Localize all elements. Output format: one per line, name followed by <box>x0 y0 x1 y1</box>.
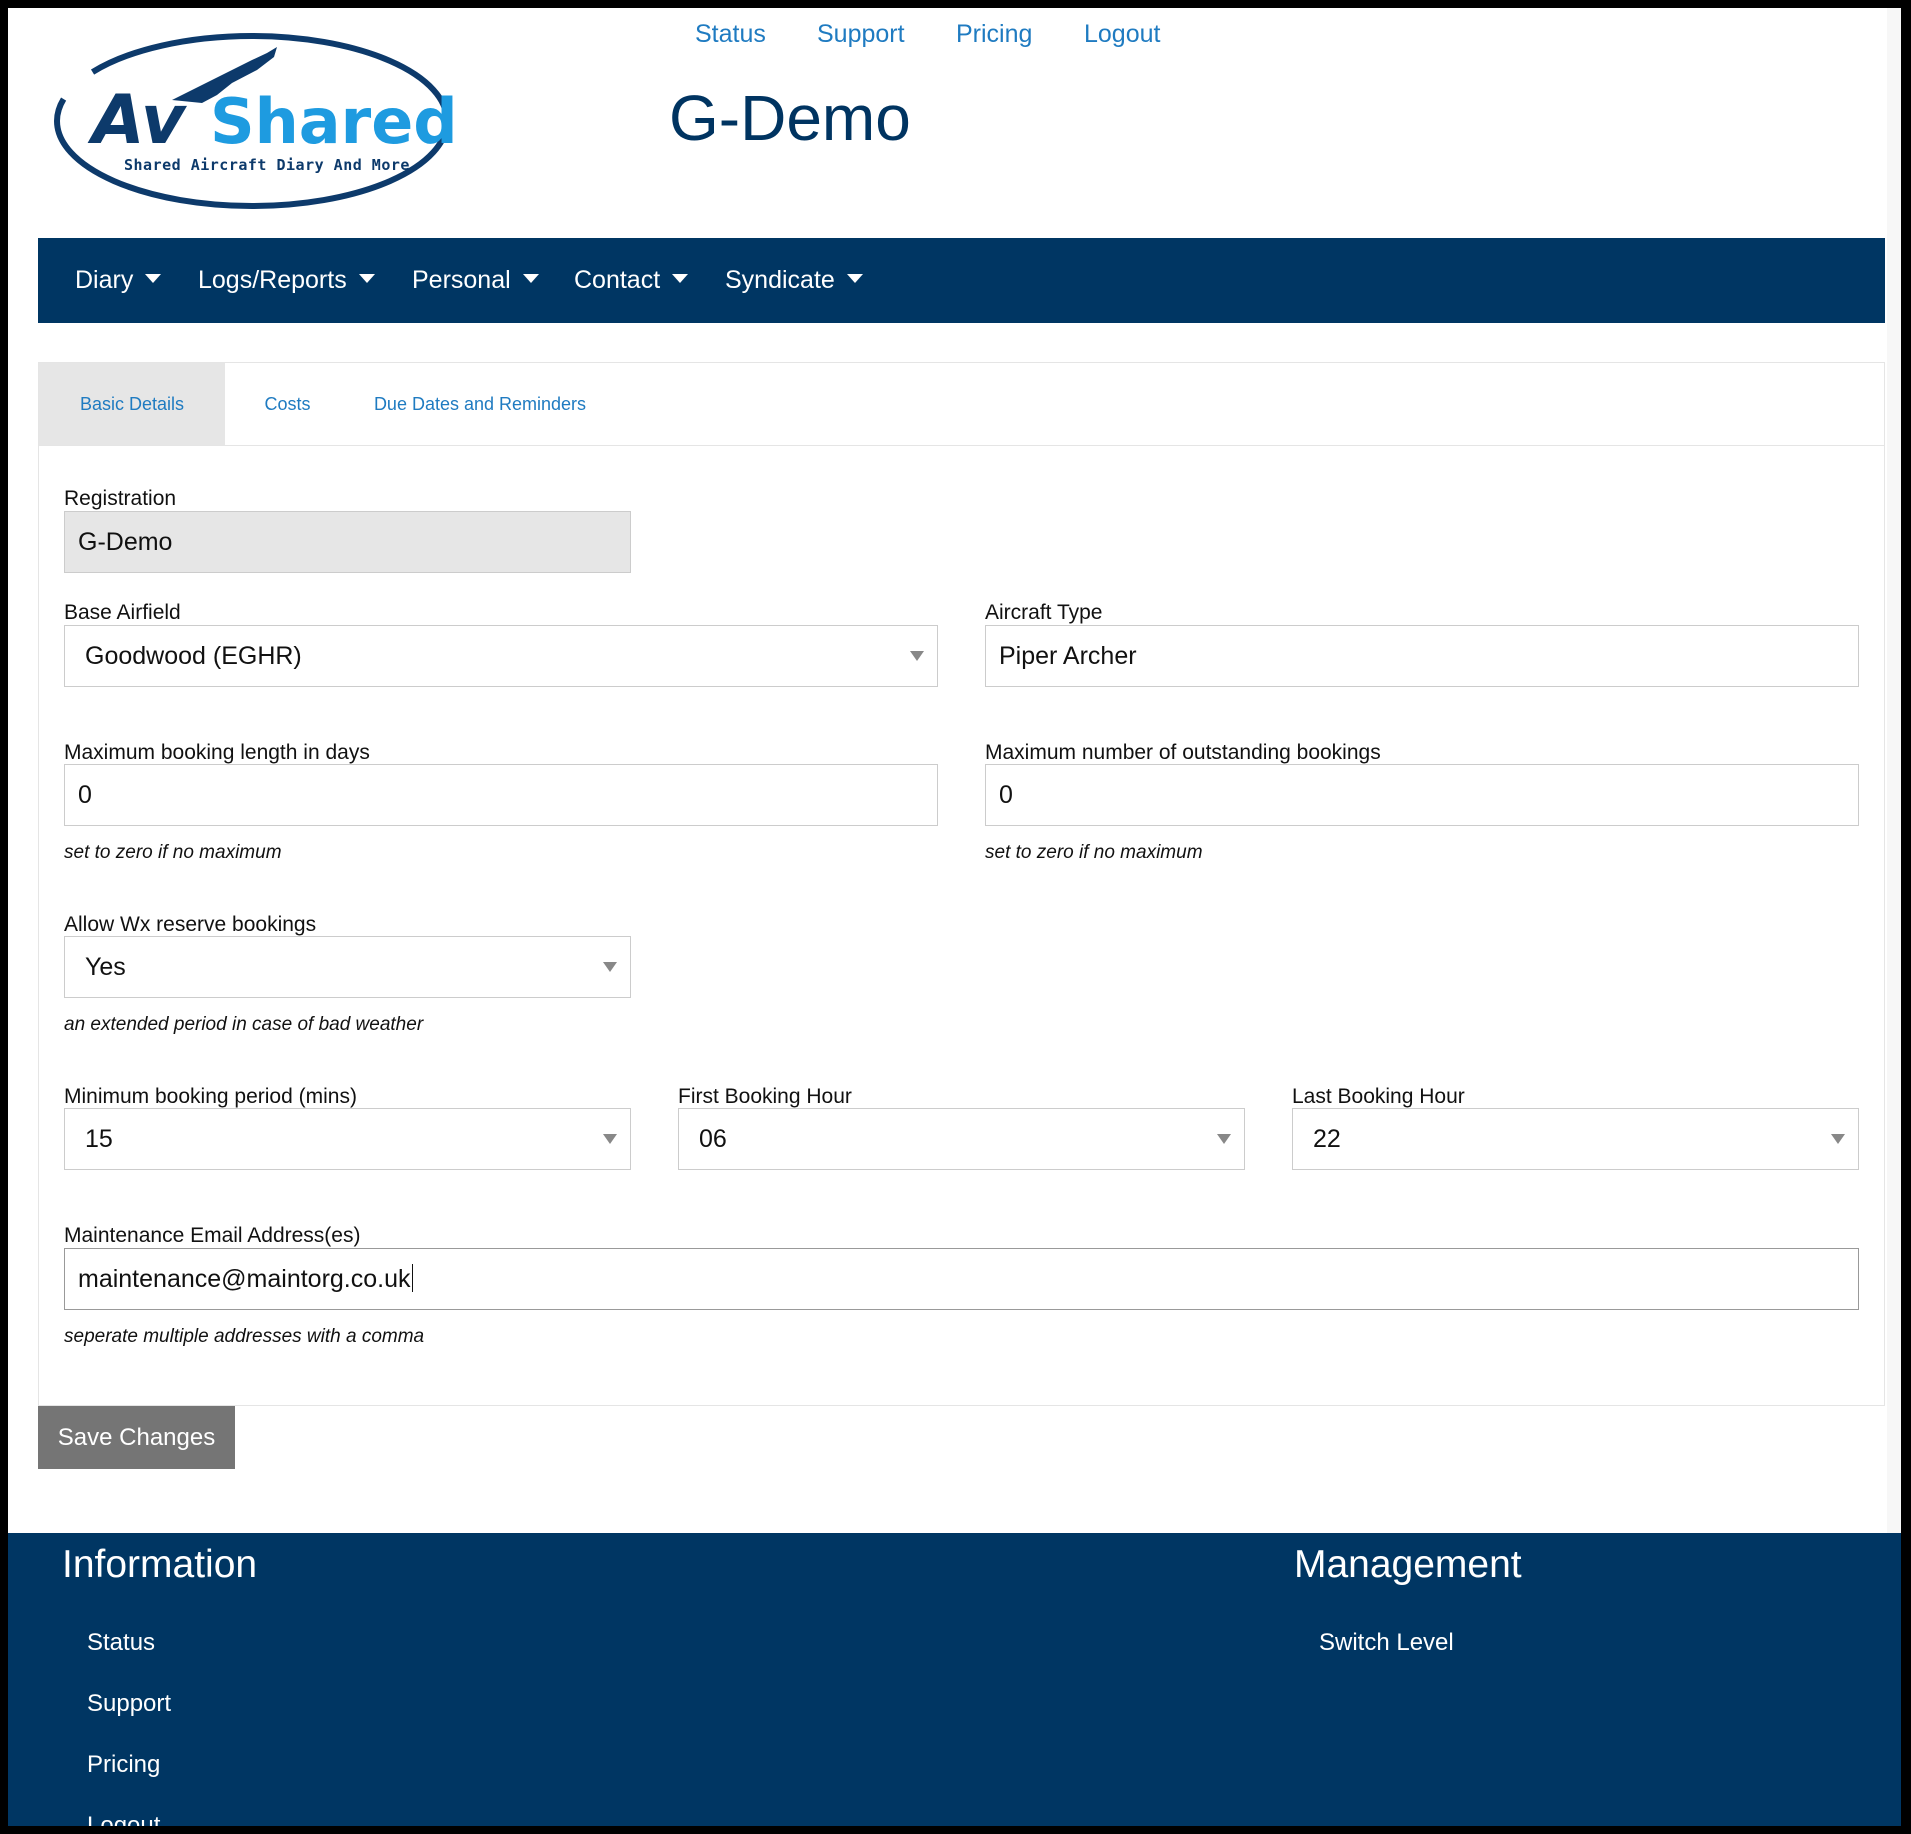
footer-link-pricing[interactable]: Pricing <box>87 1751 160 1779</box>
logo-av: Av <box>87 81 188 160</box>
footer-management-heading: Management <box>1294 1543 1522 1586</box>
page: Av Shared Shared Aircraft Diary And More… <box>8 8 1901 1826</box>
dropdown-arrow-icon <box>603 962 617 972</box>
caret-down-icon <box>145 273 162 283</box>
base-airfield-select[interactable]: Goodwood (EGHR) <box>64 625 938 687</box>
footer-link-support[interactable]: Support <box>87 1690 171 1718</box>
dropdown-arrow-icon <box>910 651 924 661</box>
max-outstanding-label: Maximum number of outstanding bookings <box>985 741 1381 764</box>
min-booking-period-label: Minimum booking period (mins) <box>64 1085 357 1108</box>
save-changes-button[interactable]: Save Changes <box>38 1406 235 1469</box>
maintenance-email-value: maintenance@maintorg.co.uk <box>78 1265 411 1293</box>
max-booking-length-label: Maximum booking length in days <box>64 741 370 764</box>
nav-item-label: Personal <box>412 266 511 294</box>
base-airfield-label: Base Airfield <box>64 601 181 624</box>
top-link-logout[interactable]: Logout <box>1084 20 1160 49</box>
footer-information-heading: Information <box>62 1543 258 1586</box>
maintenance-email-label: Maintenance Email Address(es) <box>64 1224 361 1247</box>
last-booking-hour-label: Last Booking Hour <box>1292 1085 1465 1108</box>
first-booking-hour-value: 06 <box>699 1125 727 1153</box>
nav-item-logs-reports[interactable]: Logs/Reports <box>198 238 375 323</box>
dropdown-arrow-icon <box>603 1134 617 1144</box>
max-outstanding-help: set to zero if no maximum <box>985 842 1203 863</box>
max-booking-length-input[interactable]: 0 <box>64 764 938 826</box>
registration-field[interactable]: G-Demo <box>64 511 631 573</box>
top-link-status[interactable]: Status <box>695 20 766 49</box>
first-booking-hour-select[interactable]: 06 <box>678 1108 1245 1170</box>
max-booking-length-help: set to zero if no maximum <box>64 842 282 863</box>
main-navbar: Diary Logs/Reports Personal Contact Synd… <box>38 238 1885 323</box>
aircraft-type-input[interactable]: Piper Archer <box>985 625 1859 687</box>
page-gutter <box>1887 8 1901 1533</box>
maintenance-email-help: seperate multiple addresses with a comma <box>64 1326 425 1347</box>
allow-wx-help: an extended period in case of bad weathe… <box>64 1014 424 1035</box>
caret-down-icon <box>358 273 375 283</box>
avshared-logo[interactable]: Av Shared Shared Aircraft Diary And More <box>52 25 472 217</box>
first-booking-hour-label: First Booking Hour <box>678 1085 852 1108</box>
footer-link-logout[interactable]: Logout <box>87 1812 160 1826</box>
footer: Information Status Support Pricing Logou… <box>8 1533 1901 1826</box>
top-link-support[interactable]: Support <box>817 20 905 49</box>
dropdown-arrow-icon <box>1831 1134 1845 1144</box>
min-booking-period-value: 15 <box>85 1125 113 1153</box>
logo-tagline: Shared Aircraft Diary And More <box>124 156 410 174</box>
allow-wx-value: Yes <box>85 953 126 981</box>
dropdown-arrow-icon <box>1217 1134 1231 1144</box>
allow-wx-label: Allow Wx reserve bookings <box>64 913 317 936</box>
tab-basic-details[interactable]: Basic Details <box>39 363 225 445</box>
maintenance-email-input[interactable]: maintenance@maintorg.co.uk <box>64 1248 1859 1310</box>
last-booking-hour-value: 22 <box>1313 1125 1341 1153</box>
text-cursor <box>411 1264 413 1293</box>
tab-costs[interactable]: Costs <box>225 363 350 445</box>
allow-wx-select[interactable]: Yes <box>64 936 631 998</box>
nav-item-personal[interactable]: Personal <box>412 238 539 323</box>
page-title: G-Demo <box>669 82 911 154</box>
nav-item-label: Logs/Reports <box>198 266 347 294</box>
nav-item-diary[interactable]: Diary <box>75 238 162 323</box>
caret-down-icon <box>522 273 539 283</box>
settings-panel: Basic Details Costs Due Dates and Remind… <box>38 362 1885 1406</box>
last-booking-hour-select[interactable]: 22 <box>1292 1108 1859 1170</box>
nav-item-label: Contact <box>574 266 661 294</box>
min-booking-period-select[interactable]: 15 <box>64 1108 631 1170</box>
caret-down-icon <box>846 273 863 283</box>
registration-label: Registration <box>64 487 177 510</box>
nav-item-label: Syndicate <box>725 266 835 294</box>
aircraft-type-label: Aircraft Type <box>985 601 1103 624</box>
nav-item-syndicate[interactable]: Syndicate <box>725 238 863 323</box>
caret-down-icon <box>672 273 689 283</box>
logo-shared: Shared <box>210 85 458 158</box>
footer-link-status[interactable]: Status <box>87 1629 155 1657</box>
base-airfield-value: Goodwood (EGHR) <box>85 642 302 670</box>
nav-item-contact[interactable]: Contact <box>574 238 689 323</box>
top-link-pricing[interactable]: Pricing <box>956 20 1032 49</box>
footer-link-switch-level[interactable]: Switch Level <box>1319 1629 1454 1657</box>
tab-bar: Basic Details Costs Due Dates and Remind… <box>39 363 1884 446</box>
tab-due-dates-reminders[interactable]: Due Dates and Reminders <box>350 363 610 445</box>
nav-item-label: Diary <box>75 266 134 294</box>
max-outstanding-input[interactable]: 0 <box>985 764 1859 826</box>
